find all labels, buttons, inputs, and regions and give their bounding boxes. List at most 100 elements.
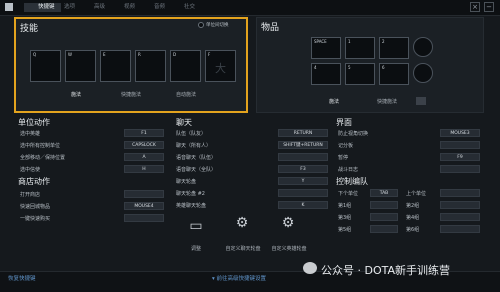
hotkey-box[interactable]: H [124,165,164,173]
skill-slot-f[interactable]: F大 [205,50,236,82]
item-slot-5[interactable]: 5 [345,63,375,85]
row-label: 选中英雄 [20,131,41,137]
row-label: 记分板 [338,143,354,149]
menu-icon[interactable] [5,3,13,11]
tab-bar: 快捷键 选项 高级 视频 音频 社交 × − [0,0,500,16]
hotkey-box[interactable] [440,165,480,173]
row-label: 聊天轮盘 [176,179,197,185]
gear-icon[interactable]: ⚙ [276,215,300,231]
row-label: 全部移动／保持位置 [20,155,66,161]
control-group-title: 控制编队 [336,177,368,186]
row-label: 第5组 [338,227,352,233]
hotkey-box[interactable] [278,189,328,197]
hotkey-box[interactable] [440,201,480,209]
item-slot-neutral[interactable] [413,63,433,83]
skill-slot-q[interactable]: Q [30,50,61,82]
item-slot-space[interactable]: SPACE [311,37,341,59]
hotkey-box[interactable] [440,189,480,197]
hotkey-box[interactable]: SHIFT键+RETURN [278,141,328,149]
skill-slot-e[interactable]: E [100,50,131,82]
hotkey-box[interactable] [370,225,398,233]
row-label: 战斗日志 [338,167,359,173]
chat-title: 聊天 [176,118,192,127]
item-slot-4[interactable]: 4 [311,63,341,85]
skill-slot-r[interactable]: R [135,50,166,82]
hotkey-box[interactable] [370,213,398,221]
row-label: 第4组 [406,215,420,221]
watermark: 公众号 · DOTA新手训练营 [321,264,451,277]
hotkey-box[interactable] [440,141,480,149]
hotkey-box[interactable]: MOUSE4 [124,202,164,210]
row-label: 打开商店 [20,192,41,198]
row-label: 选中所有控制单位 [20,143,61,149]
advanced-hotkeys-link[interactable]: ▾ 前往高级快捷键设置 [212,274,266,282]
mode-auto-cast[interactable]: 自动施法 [166,91,206,98]
tab-options[interactable]: 选项 [64,3,75,12]
item-mode-box[interactable] [416,97,426,105]
item-mode-quick-cast[interactable]: 快捷施法 [367,98,407,105]
items-panel: 物品 SPACE 1 2 4 5 6 施法 快捷施法 [256,17,484,113]
row-label: 一键快速购买 [20,216,51,222]
item-slot-tp[interactable] [413,37,433,57]
hotkey-box[interactable] [278,153,328,161]
reset-hotkeys-link[interactable]: 恢复快捷键 [8,274,36,282]
advanced-hotkeys-label: 前往高级快捷键设置 [216,276,267,282]
row-label: 下个单位 [338,191,359,197]
hotkey-box[interactable]: CAPSLOCK [124,141,164,149]
row-label: 聊天轮盘 #2 [176,191,205,197]
skill-slot-w[interactable]: W [65,50,96,82]
hotkey-box[interactable] [440,213,480,221]
row-label: 暂停 [338,155,349,161]
hotkey-box[interactable] [370,201,398,209]
hotkey-box[interactable]: RETURN [278,129,328,137]
row-label: 语音聊天（队伍） [176,155,217,161]
hotkey-box[interactable]: F1 [124,129,164,137]
chat-bubble-icon[interactable]: ▭ [186,218,206,234]
hotkey-box[interactable] [124,214,164,222]
row-label: 第1组 [338,203,352,209]
interface-title: 界面 [336,118,352,127]
hotkey-box[interactable]: F9 [440,153,480,161]
mode-quick-cast[interactable]: 快捷施法 [111,91,151,98]
row-label: 上个单位 [406,191,427,197]
custom-chat-wheel-button[interactable]: 自定义聊天轮盘 [220,245,266,252]
unit-toggle-checkbox[interactable] [198,22,204,28]
row-label: 第3组 [338,215,352,221]
skills-panel: 技能 单位间切换 Q W E R D F大 施法 快捷施法 自动施法 [14,17,248,113]
item-slot-2[interactable]: 2 [379,37,409,59]
hotkey-box[interactable]: F3 [278,165,328,173]
hotkey-box[interactable]: Y [278,177,328,185]
hotkey-box[interactable] [124,190,164,198]
custom-hero-wheel-button[interactable]: 自定义英雄轮盘 [266,245,312,252]
shop-title: 商店动作 [18,177,50,186]
row-label: 语音聊天（全队） [176,167,217,173]
adjust-button[interactable]: 调整 [184,245,208,252]
hotkey-box[interactable]: MOUSE3 [440,129,480,137]
ultimate-icon: 大 [215,62,226,75]
tab-advanced[interactable]: 高级 [94,3,105,12]
hotkey-box[interactable] [440,225,480,233]
close-icon[interactable]: × [470,2,480,12]
tab-hotkeys[interactable]: 快捷键 [24,3,61,12]
row-label: 选中信使 [20,167,41,173]
row-label: 第2组 [406,203,420,209]
row-label: 队伍（队友） [176,131,207,137]
tab-video[interactable]: 视频 [124,3,135,12]
hotkey-box[interactable]: TAB [370,189,398,197]
hotkey-box[interactable]: A [124,153,164,161]
tab-social[interactable]: 社交 [184,3,195,12]
wechat-icon [303,262,317,274]
minimize-icon[interactable]: − [484,2,494,12]
gear-icon[interactable]: ⚙ [230,215,254,231]
row-label: 聊天（所有人） [176,143,212,149]
item-slot-1[interactable]: 1 [345,37,375,59]
unit-actions-title: 单位动作 [18,118,50,127]
skills-title: 技能 [20,24,39,34]
mode-cast[interactable]: 施法 [56,91,96,98]
item-slot-6[interactable]: 6 [379,63,409,85]
tab-audio[interactable]: 音频 [154,3,165,12]
skill-slot-d[interactable]: D [170,50,201,82]
unit-toggle-label: 单位间切换 [206,23,229,28]
item-mode-cast[interactable]: 施法 [319,98,349,105]
hotkey-box[interactable]: K [278,201,328,209]
